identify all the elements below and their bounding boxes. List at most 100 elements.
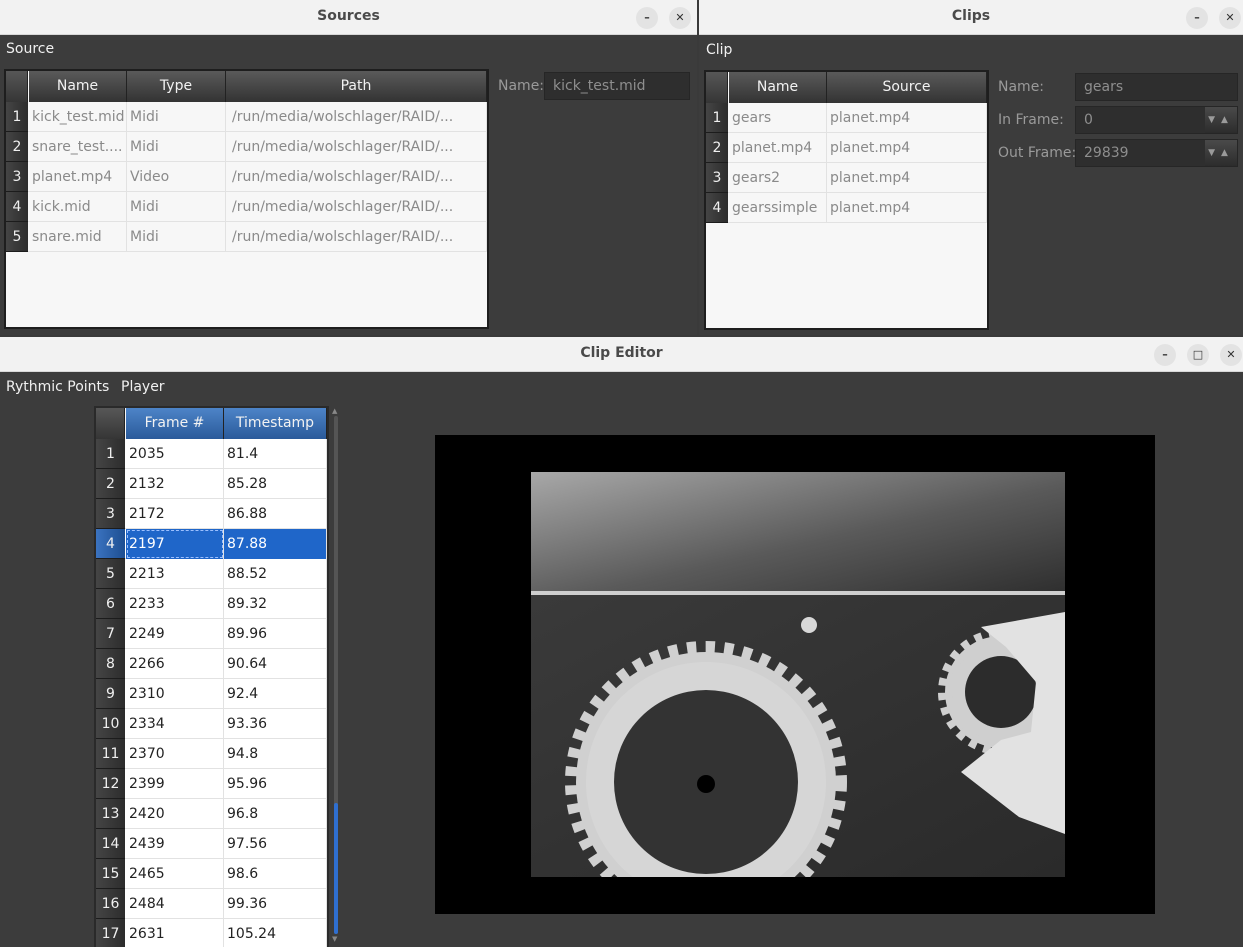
row-number[interactable]: 9 [96, 679, 125, 709]
out-frame-spin-buttons[interactable]: ▼▲ [1205, 140, 1237, 166]
cell-source[interactable]: planet.mp4 [827, 103, 987, 133]
minimize-icon[interactable]: – [1186, 7, 1208, 29]
maximize-icon[interactable]: □ [1187, 344, 1209, 366]
table-row[interactable]: 2 snare_test.... Midi/run/media/wolschlage… [6, 132, 487, 162]
cell-frame[interactable]: 2035 [126, 439, 224, 469]
close-icon[interactable]: ✕ [1220, 344, 1242, 366]
row-number[interactable]: 2 [96, 469, 125, 499]
cell-name[interactable]: planet.mp4 [29, 162, 127, 192]
table-row[interactable]: 3 2172 86.88 [96, 499, 327, 529]
cell-frame[interactable]: 2334 [126, 709, 224, 739]
table-row[interactable]: 4 gearssimple planet.mp4 [706, 193, 987, 223]
column-header-name[interactable]: Name [729, 72, 827, 103]
cell-timestamp[interactable]: 92.4 [224, 679, 327, 709]
cell-path[interactable]: /run/media/wolschlager/RAID/... [226, 132, 487, 162]
cell-frame[interactable]: 2310 [126, 679, 224, 709]
cell-name[interactable]: gearssimple [729, 193, 827, 223]
row-number[interactable]: 14 [96, 829, 125, 859]
table-row[interactable]: 3 gears2 planet.mp4 [706, 163, 987, 193]
cell-source[interactable]: planet.mp4 [827, 163, 987, 193]
table-row[interactable]: 11 2370 94.8 [96, 739, 327, 769]
cell-timestamp[interactable]: 89.96 [224, 619, 327, 649]
row-number[interactable]: 17 [96, 919, 125, 947]
spin-up-icon[interactable]: ▲ [1221, 148, 1234, 158]
column-header-timestamp[interactable]: Timestamp [224, 408, 327, 439]
scroll-down-arrow[interactable]: ▼ [332, 936, 340, 943]
row-number[interactable]: 1 [6, 102, 28, 132]
row-number[interactable]: 3 [6, 162, 28, 192]
cell-timestamp[interactable]: 93.36 [224, 709, 327, 739]
close-icon[interactable]: ✕ [669, 7, 691, 29]
spin-down-icon[interactable]: ▼ [1208, 148, 1221, 158]
table-row[interactable]: 14 2439 97.56 [96, 829, 327, 859]
cell-frame[interactable]: 2266 [126, 649, 224, 679]
cell-timestamp[interactable]: 85.28 [224, 469, 327, 499]
player-tab[interactable]: Player [121, 379, 165, 395]
row-number[interactable]: 2 [6, 132, 28, 162]
row-number[interactable]: 12 [96, 769, 125, 799]
cell-frame[interactable]: 2132 [126, 469, 224, 499]
cell-frame[interactable]: 2172 [126, 499, 224, 529]
cell-type[interactable]: Midi [127, 222, 226, 252]
row-number[interactable]: 7 [96, 619, 125, 649]
cell-name[interactable]: snare_test.... [29, 132, 127, 162]
column-header-name[interactable]: Name [29, 71, 127, 102]
in-frame-spinbox[interactable]: 0 ▼▲ [1075, 106, 1238, 134]
cell-timestamp[interactable]: 98.6 [224, 859, 327, 889]
row-number[interactable]: 5 [96, 559, 125, 589]
cell-path[interactable]: /run/media/wolschlager/RAID/... [226, 162, 487, 192]
row-number[interactable]: 2 [706, 133, 728, 163]
row-number[interactable]: 1 [706, 103, 728, 133]
cell-name[interactable]: kick_test.mid [29, 102, 127, 132]
cell-frame[interactable]: 2399 [126, 769, 224, 799]
cell-timestamp[interactable]: 86.88 [224, 499, 327, 529]
row-number[interactable]: 3 [706, 163, 728, 193]
minimize-icon[interactable]: – [636, 7, 658, 29]
row-number[interactable]: 4 [706, 193, 728, 223]
cell-type[interactable]: Midi [127, 132, 226, 162]
table-row[interactable]: 1 2035 81.4 [96, 439, 327, 469]
table-row[interactable]: 13 2420 96.8 [96, 799, 327, 829]
rythmic-points-table[interactable]: Frame # Timestamp 1 2035 81.4 2 2132 85.28 3 21… [94, 406, 329, 947]
table-corner[interactable] [706, 72, 728, 103]
column-header-source[interactable]: Source [827, 72, 987, 103]
cell-timestamp[interactable]: 95.96 [224, 769, 327, 799]
table-row[interactable]: 10 2334 93.36 [96, 709, 327, 739]
table-row[interactable]: 4 2197 87.88 [96, 529, 327, 559]
cell-timestamp[interactable]: 105.24 [224, 919, 327, 947]
clips-table[interactable]: Name Source 1 gears planet.mp4 2 planet.mp4 p… [704, 70, 989, 330]
out-frame-spinbox[interactable]: 29839 ▼▲ [1075, 139, 1238, 167]
row-number[interactable]: 6 [96, 589, 125, 619]
cell-source[interactable]: planet.mp4 [827, 133, 987, 163]
cell-name[interactable]: snare.mid [29, 222, 127, 252]
minimize-icon[interactable]: – [1154, 344, 1176, 366]
cell-path[interactable]: /run/media/wolschlager/RAID/... [226, 222, 487, 252]
cell-frame[interactable]: 2420 [126, 799, 224, 829]
sources-table[interactable]: Name Type Path 1 kick_test.mid Midi/run/me… [4, 69, 489, 329]
table-row[interactable]: 8 2266 90.64 [96, 649, 327, 679]
cell-type[interactable]: Midi [127, 102, 226, 132]
column-header-type[interactable]: Type [127, 71, 226, 102]
cell-name[interactable]: kick.mid [29, 192, 127, 222]
close-icon[interactable]: ✕ [1219, 7, 1241, 29]
sources-titlebar[interactable]: Sources – ✕ [0, 0, 697, 35]
table-corner[interactable] [96, 408, 125, 439]
table-row[interactable]: 6 2233 89.32 [96, 589, 327, 619]
table-row[interactable]: 15 2465 98.6 [96, 859, 327, 889]
cell-frame[interactable]: 2370 [126, 739, 224, 769]
cell-timestamp[interactable]: 89.32 [224, 589, 327, 619]
cell-frame[interactable]: 2249 [126, 619, 224, 649]
row-number[interactable]: 1 [96, 439, 125, 469]
cell-frame[interactable]: 2465 [126, 859, 224, 889]
table-row[interactable]: 3 planet.mp4 Video/run/media/wolschlager/R… [6, 162, 487, 192]
table-corner[interactable] [6, 71, 28, 102]
scroll-thumb[interactable] [334, 803, 338, 934]
cell-timestamp[interactable]: 81.4 [224, 439, 327, 469]
cell-timestamp[interactable]: 99.36 [224, 889, 327, 919]
row-number[interactable]: 10 [96, 709, 125, 739]
in-frame-spin-buttons[interactable]: ▼▲ [1205, 107, 1237, 133]
clip-name-field[interactable]: gears [1075, 73, 1238, 101]
cell-name[interactable]: gears2 [729, 163, 827, 193]
table-row[interactable]: 5 snare.mid Midi/run/media/wolschlager/RAI… [6, 222, 487, 252]
cell-path[interactable]: /run/media/wolschlager/RAID/... [226, 102, 487, 132]
